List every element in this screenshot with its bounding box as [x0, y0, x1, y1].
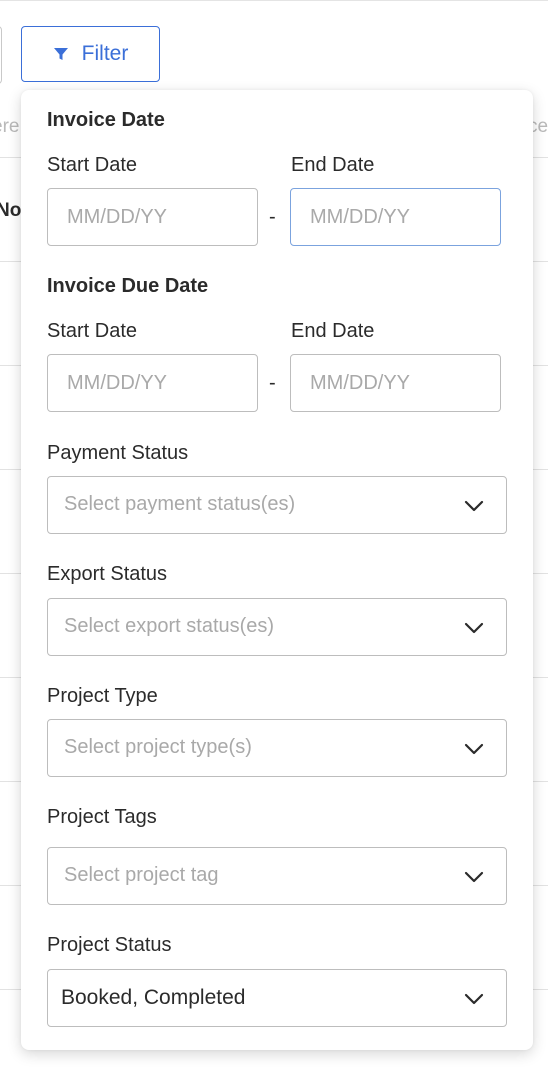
invoice-due-date-start-input[interactable]: [47, 354, 258, 412]
row-cell-fragment: No: [0, 200, 22, 221]
filter-button[interactable]: Filter: [21, 26, 160, 82]
payment-status-label: Payment Status: [47, 442, 189, 464]
project-type-placeholder: Select project type(s): [64, 736, 252, 758]
search-input-edge[interactable]: [0, 26, 2, 84]
project-status-label: Project Status: [47, 934, 172, 956]
chevron-down-icon: [464, 993, 484, 1005]
project-status-value: Booked, Completed: [61, 986, 246, 1009]
invoice-date-start-input[interactable]: [47, 188, 258, 246]
invoice-date-title: Invoice Date: [47, 109, 165, 131]
project-tags-placeholder: Select project tag: [64, 864, 219, 886]
table-top-border: [0, 0, 548, 1]
invoice-due-date-end-input[interactable]: [290, 354, 501, 412]
project-type-label: Project Type: [47, 685, 158, 707]
column-header-fragment-left: ere: [0, 116, 20, 137]
filter-button-label: Filter: [81, 42, 129, 65]
invoice-date-start-label: Start Date: [47, 154, 138, 176]
project-status-select[interactable]: Booked, Completed: [47, 969, 507, 1027]
invoice-due-date-start-label: Start Date: [47, 320, 138, 342]
page: ere ce No Filter Invoice Date Start Date…: [0, 0, 548, 1070]
chevron-down-icon: [464, 622, 484, 634]
payment-status-placeholder: Select payment status(es): [64, 493, 296, 515]
project-tags-label: Project Tags: [47, 806, 157, 828]
project-tags-select[interactable]: Select project tag: [47, 847, 507, 905]
export-status-select[interactable]: Select export status(es): [47, 598, 507, 656]
project-type-select[interactable]: Select project type(s): [47, 719, 507, 777]
invoice-due-date-end-label: End Date: [291, 320, 375, 342]
chevron-down-icon: [464, 871, 484, 883]
invoice-date-end-input[interactable]: [290, 188, 501, 246]
invoice-date-end-label: End Date: [291, 154, 375, 176]
chevron-down-icon: [464, 743, 484, 755]
invoice-due-date-title: Invoice Due Date: [47, 275, 209, 297]
date-range-separator: -: [269, 372, 276, 394]
payment-status-select[interactable]: Select payment status(es): [47, 476, 507, 534]
filter-panel: Invoice Date Start Date End Date - Invoi…: [21, 90, 533, 1050]
filter-funnel-icon: [53, 48, 68, 60]
date-range-separator: -: [269, 206, 276, 228]
export-status-label: Export Status: [47, 563, 168, 585]
export-status-placeholder: Select export status(es): [64, 615, 275, 637]
chevron-down-icon: [464, 500, 484, 512]
